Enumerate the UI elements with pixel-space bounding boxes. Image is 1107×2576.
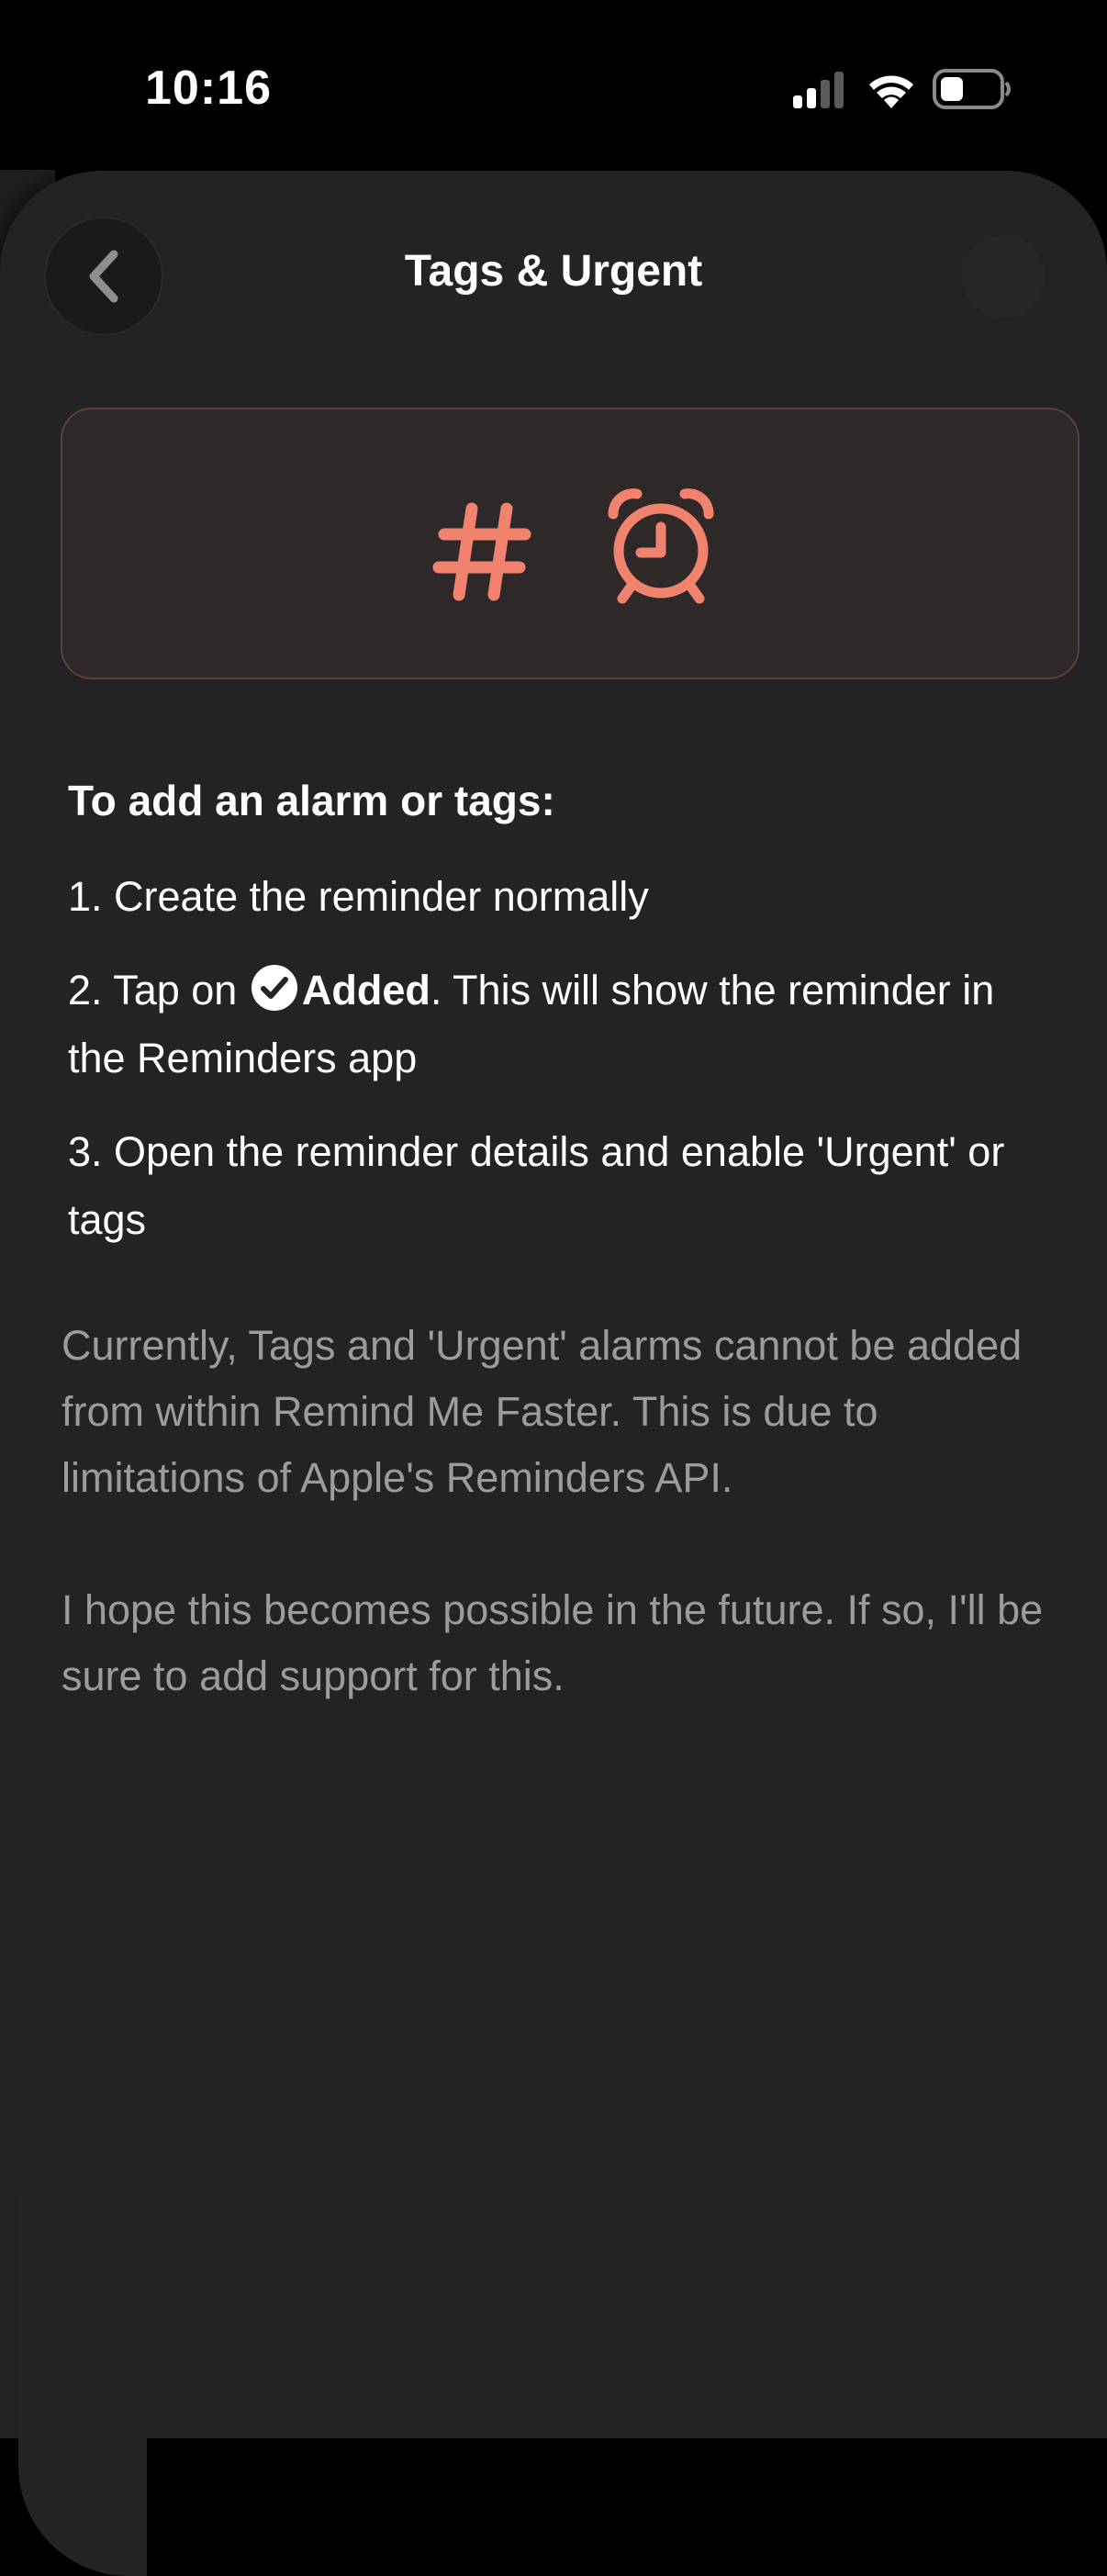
future-note: I hope this becomes possible in the futu… — [62, 1586, 1044, 1699]
instructions-heading: To add an alarm or tags: — [68, 777, 555, 824]
sheet-corner — [18, 2190, 147, 2576]
cellular-signal-icon — [793, 72, 844, 108]
alarm-clock-icon — [608, 488, 714, 604]
wifi-icon — [869, 75, 913, 108]
hash-icon — [432, 502, 531, 601]
status-bar: 10:16 — [0, 0, 1107, 170]
step-2: 2. Tap on Added. This will show the remi… — [68, 957, 1059, 1092]
battery-icon — [933, 69, 1011, 109]
limitation-note: Currently, Tags and 'Urgent' alarms cann… — [62, 1322, 1023, 1501]
step-3: 3. Open the reminder details and enable … — [68, 1128, 1005, 1243]
step-2-added-label: Added — [301, 967, 430, 1014]
checkmark-circle-icon — [251, 965, 297, 1011]
feature-banner — [61, 408, 1079, 679]
sheet-title: Tags & Urgent — [404, 247, 703, 296]
step-1: 1. Create the reminder normally — [68, 873, 649, 920]
status-time: 10:16 — [145, 62, 272, 115]
step-2-prefix: 2. Tap on — [68, 967, 238, 1014]
hidden-action-button — [962, 235, 1045, 318]
